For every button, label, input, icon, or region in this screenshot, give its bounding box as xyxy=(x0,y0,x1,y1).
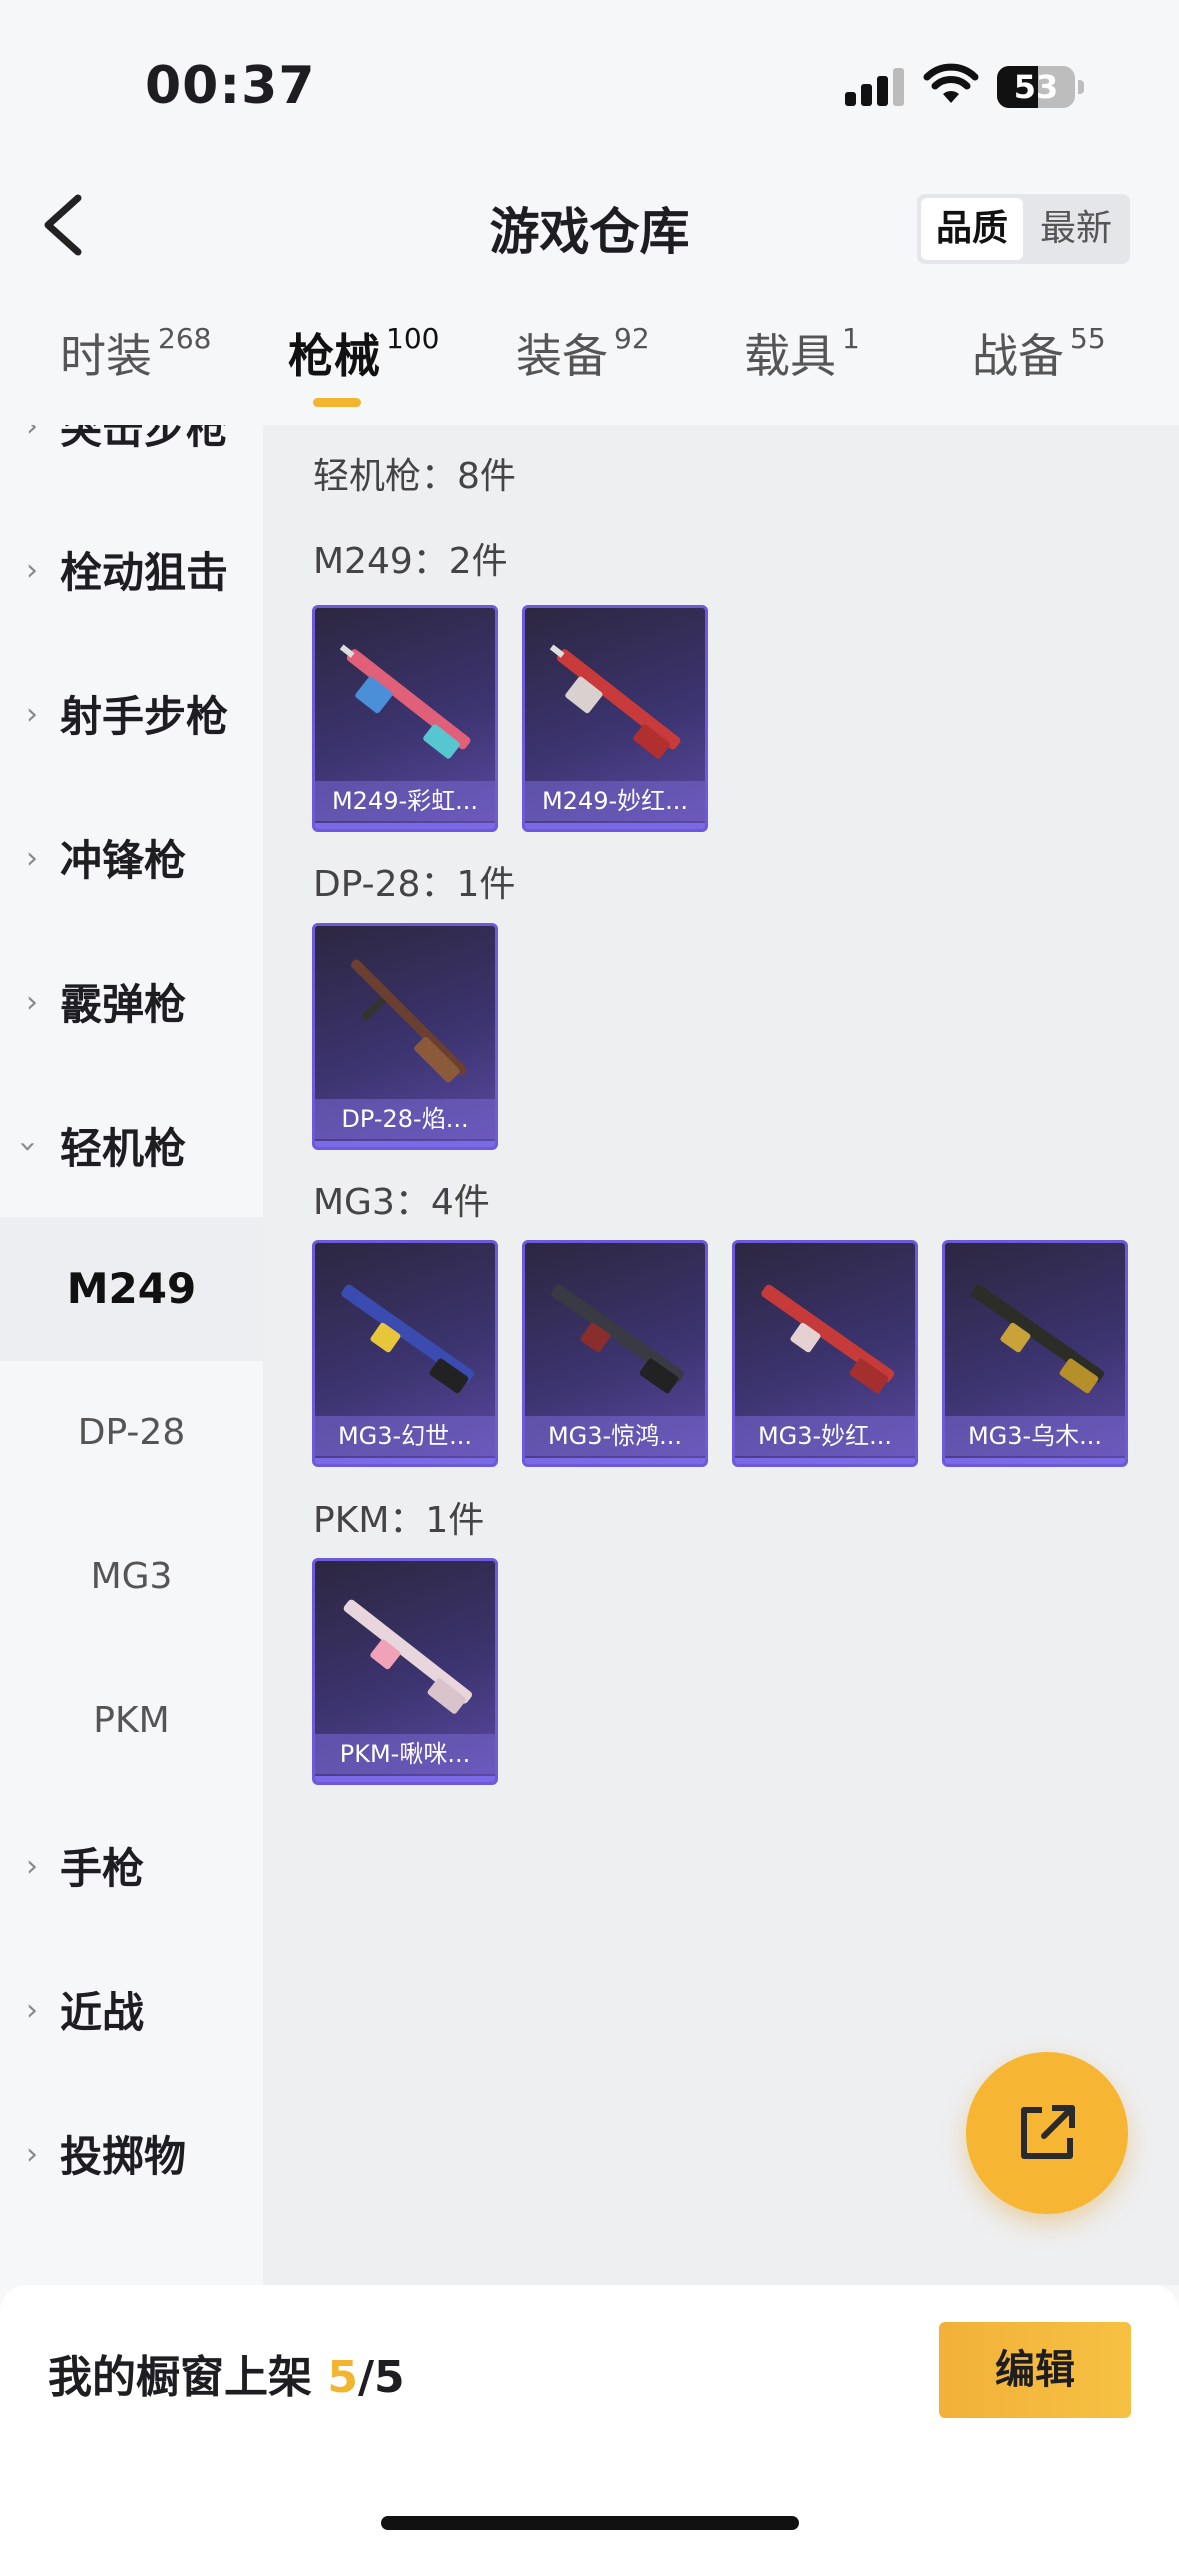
item-card[interactable]: M249-彩虹... xyxy=(312,605,498,832)
status-time: 00:37 xyxy=(145,56,316,116)
chevron-right-icon: › xyxy=(26,1993,38,2028)
tab-label: 枪械 xyxy=(288,329,380,383)
sidebar-item-label: 轻机枪 xyxy=(60,1124,187,1173)
sort-option-newest[interactable]: 最新 xyxy=(1025,198,1127,260)
sidebar-item-shotgun[interactable]: › 霰弹枪 xyxy=(0,929,263,1073)
battery-icon: 53 xyxy=(997,66,1075,108)
sidebar-item-lmg[interactable]: › 轻机枪 xyxy=(0,1073,263,1217)
tab-supplies[interactable]: 战备 55 xyxy=(972,320,1106,386)
item-card[interactable]: DP-28-焰... xyxy=(312,923,498,1150)
item-card-name: DP-28-焰... xyxy=(315,1099,495,1139)
item-card[interactable]: MG3-惊鸿... xyxy=(522,1240,708,1467)
sidebar-subitem-dp28[interactable]: DP-28 xyxy=(0,1361,263,1505)
sidebar-item-melee[interactable]: › 近战 xyxy=(0,1937,263,2081)
sidebar-item-label: 霰弹枪 xyxy=(60,980,187,1029)
tab-costume[interactable]: 时装 268 xyxy=(60,320,211,386)
tab-count: 100 xyxy=(386,321,440,355)
item-card-name: MG3-妙红... xyxy=(735,1416,915,1456)
chevron-right-icon: › xyxy=(26,425,38,444)
rifle-icon xyxy=(761,1284,895,1394)
item-card-name: M249-彩虹... xyxy=(315,781,495,821)
sidebar-item-smg[interactable]: › 冲锋枪 xyxy=(0,785,263,929)
rifle-icon xyxy=(341,1284,475,1394)
chevron-right-icon: › xyxy=(26,841,38,876)
group-title-m249: M249：2件 xyxy=(313,541,508,582)
tab-label: 时装 xyxy=(60,329,152,383)
battery-level: 53 xyxy=(1013,68,1059,106)
external-link-icon xyxy=(1021,2105,1075,2159)
showcase-total-count: /5 xyxy=(357,2352,405,2403)
item-card[interactable]: PKM-啾咪... xyxy=(312,1558,498,1785)
sidebar-item-label: 投掷物 xyxy=(60,2132,187,2181)
tab-equipment[interactable]: 装备 92 xyxy=(516,320,650,386)
tab-firearms[interactable]: 枪械 100 xyxy=(288,320,439,386)
rifle-icon xyxy=(339,644,471,759)
sidebar-item-bolt-sniper[interactable]: › 栓动狙击 xyxy=(0,497,263,641)
status-bar: 00:37 53 xyxy=(0,0,1179,150)
sidebar-item-label: 突击步枪 xyxy=(60,425,229,453)
rifle-icon xyxy=(971,1284,1105,1394)
wifi-icon xyxy=(923,63,979,103)
item-card-name: M249-妙红... xyxy=(525,781,705,821)
sidebar-subitem-mg3[interactable]: MG3 xyxy=(0,1505,263,1649)
sidebar-item-label: 栓动狙击 xyxy=(60,548,229,597)
chevron-right-icon: › xyxy=(26,985,38,1020)
item-card[interactable]: MG3-妙红... xyxy=(732,1240,918,1467)
item-card[interactable]: M249-妙红... xyxy=(522,605,708,832)
sort-option-quality[interactable]: 品质 xyxy=(921,198,1023,260)
chevron-right-icon: › xyxy=(26,553,38,588)
showcase-label: 我的橱窗上架 xyxy=(48,2352,312,2403)
item-card[interactable]: MG3-幻世... xyxy=(312,1240,498,1467)
inventory-content: 轻机枪：8件 M249：2件 M249-彩虹... M249-妙红... DP-… xyxy=(263,425,1179,2285)
rifle-icon xyxy=(549,644,681,759)
sort-toggle: 品质 最新 xyxy=(917,194,1130,264)
tab-count: 92 xyxy=(614,321,650,355)
item-card-name: PKM-啾咪... xyxy=(315,1734,495,1774)
battery-tip xyxy=(1078,80,1084,94)
sidebar-item-assault-rifle[interactable]: › 突击步枪 xyxy=(0,425,263,497)
tab-count: 55 xyxy=(1070,321,1106,355)
group-title-pkm: PKM：1件 xyxy=(313,1500,485,1541)
rifle-icon xyxy=(551,1284,685,1394)
chevron-right-icon: › xyxy=(26,1849,38,1884)
header: 游戏仓库 品质 最新 xyxy=(0,180,1179,270)
sidebar-item-label: 冲锋枪 xyxy=(60,836,187,885)
tab-label: 载具 xyxy=(744,329,836,383)
tab-label: 装备 xyxy=(516,329,608,383)
group-title-dp28: DP-28：1件 xyxy=(313,864,516,905)
sidebar-item-throwables[interactable]: › 投掷物 xyxy=(0,2081,263,2225)
rifle-icon xyxy=(343,1599,472,1714)
sidebar-item-label: 手枪 xyxy=(60,1844,145,1893)
item-card-name: MG3-幻世... xyxy=(315,1416,495,1456)
item-card-name: MG3-惊鸿... xyxy=(525,1416,705,1456)
tab-label: 战备 xyxy=(972,329,1064,383)
weapon-type-sidebar: › 突击步枪 › 栓动狙击 › 射手步枪 › 冲锋枪 › 霰弹枪 › 轻机枪 M… xyxy=(0,425,263,2285)
item-card[interactable]: MG3-乌木... xyxy=(942,1240,1128,1467)
chevron-down-icon: › xyxy=(10,1140,46,1153)
tab-count: 1 xyxy=(842,321,860,355)
sidebar-item-marksman-rifle[interactable]: › 射手步枪 xyxy=(0,641,263,785)
tab-count: 268 xyxy=(158,321,212,355)
rifle-icon xyxy=(350,959,467,1083)
tab-vehicles[interactable]: 载具 1 xyxy=(744,320,860,386)
group-title-mg3: MG3：4件 xyxy=(313,1182,490,1223)
showcase-current-count: 5 xyxy=(327,2352,358,2403)
share-fab[interactable] xyxy=(966,2052,1128,2214)
active-tab-indicator xyxy=(313,398,361,407)
category-tabs: 时装 268 枪械 100 装备 92 载具 1 战备 55 xyxy=(0,320,1179,425)
sidebar-item-pistol[interactable]: › 手枪 xyxy=(0,1793,263,1937)
cellular-signal-icon xyxy=(845,68,905,106)
sidebar-item-label: 近战 xyxy=(60,1988,145,2037)
edit-button[interactable]: 编辑 xyxy=(939,2322,1131,2418)
chevron-right-icon: › xyxy=(26,697,38,732)
showcase-status: 我的橱窗上架 5/5 xyxy=(48,2341,405,2405)
sidebar-subitem-pkm[interactable]: PKM xyxy=(0,1649,263,1793)
sidebar-subitem-m249[interactable]: M249 xyxy=(0,1217,263,1361)
sidebar-item-label: 射手步枪 xyxy=(60,692,229,741)
chevron-right-icon: › xyxy=(26,2137,38,2172)
section-title: 轻机枪：8件 xyxy=(313,456,516,497)
item-card-name: MG3-乌木... xyxy=(945,1416,1125,1456)
home-indicator xyxy=(381,2516,799,2530)
